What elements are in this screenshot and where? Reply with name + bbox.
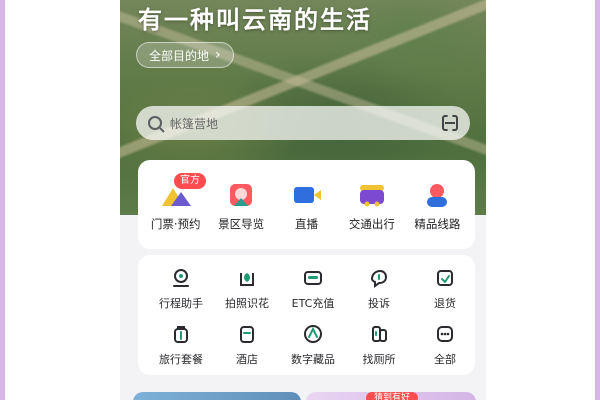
live-camera-icon xyxy=(293,187,321,203)
scan-icon[interactable] xyxy=(442,115,458,131)
service-travel-package[interactable]: 旅行套餐 xyxy=(148,323,214,375)
luggage-icon xyxy=(174,326,188,343)
etc-card-icon xyxy=(304,271,322,285)
feature-transport[interactable]: 交通出行 xyxy=(339,160,404,249)
service-label: ETC充值 xyxy=(291,297,335,310)
itinerary-icon xyxy=(173,269,189,287)
service-hotel[interactable]: 酒店 xyxy=(214,323,280,375)
service-itinerary[interactable]: 行程助手 xyxy=(148,267,214,319)
service-all[interactable]: 全部 xyxy=(412,323,478,375)
all-destinations-button[interactable]: 全部目的地 › xyxy=(136,42,234,68)
service-label: 全部 xyxy=(434,353,456,366)
service-complaint[interactable]: 投诉 xyxy=(346,267,412,319)
more-icon xyxy=(437,326,453,342)
feature-scenic-guide[interactable]: 景区导览 xyxy=(208,160,273,249)
transport-icon xyxy=(359,185,384,207)
feature-label: 直播 xyxy=(295,217,319,231)
route-person-icon xyxy=(427,184,448,207)
return-icon xyxy=(437,270,453,286)
page-frame: 有一种叫云南的生活 全部目的地 › 帐篷营地 门票·预约 官方 景区导览 直播 … xyxy=(0,0,600,400)
feature-premium-routes[interactable]: 精品线路 xyxy=(405,160,470,249)
promo-card-left[interactable] xyxy=(133,392,301,400)
service-digital-collection[interactable]: 数字藏品 xyxy=(280,323,346,375)
hotel-icon xyxy=(240,326,254,343)
service-label: 拍照识花 xyxy=(225,297,269,310)
feature-label: 门票·预约 xyxy=(150,217,201,231)
service-label: 行程助手 xyxy=(159,297,203,310)
feature-label: 景区导览 xyxy=(218,217,265,231)
service-label: 投诉 xyxy=(368,297,390,310)
service-label: 找厕所 xyxy=(362,353,396,366)
chevron-right-icon: › xyxy=(215,47,221,63)
search-icon xyxy=(148,116,162,130)
right-border xyxy=(595,0,600,400)
official-badge: 官方 xyxy=(174,173,206,189)
service-label: 数字藏品 xyxy=(291,353,335,366)
search-placeholder: 帐篷营地 xyxy=(170,116,219,131)
map-guide-icon xyxy=(230,184,253,206)
feature-ticket-reservation[interactable]: 门票·预约 官方 xyxy=(143,160,208,249)
feature-card: 门票·预约 官方 景区导览 直播 交通出行 精品线路 xyxy=(138,160,475,249)
app-screen: 有一种叫云南的生活 全部目的地 › 帐篷营地 门票·预约 官方 景区导览 直播 … xyxy=(120,0,486,400)
service-label: 旅行套餐 xyxy=(159,353,203,366)
left-border xyxy=(0,0,5,400)
flower-scan-icon xyxy=(240,273,254,286)
search-bar[interactable]: 帐篷营地 xyxy=(136,106,470,140)
service-return[interactable]: 退货 xyxy=(412,267,478,319)
promo-card-right[interactable]: 猜到有好 xyxy=(306,392,476,400)
service-label: 退货 xyxy=(434,297,456,310)
feature-label: 交通出行 xyxy=(348,217,395,231)
all-destinations-label: 全部目的地 xyxy=(149,48,210,63)
hero-title: 有一种叫云南的生活 xyxy=(138,6,372,34)
service-find-restroom[interactable]: 找厕所 xyxy=(346,323,412,375)
restroom-icon xyxy=(372,326,387,342)
feature-label: 精品线路 xyxy=(414,217,461,231)
digital-collection-icon xyxy=(304,325,322,343)
service-label: 酒店 xyxy=(236,353,258,366)
services-card: 行程助手 拍照识花 ETC充值 投诉 退货 旅行套餐 酒店 数字藏品 找厕所 全… xyxy=(138,255,475,375)
promo-badge: 猜到有好 xyxy=(366,392,419,400)
complaint-icon xyxy=(370,269,388,288)
service-photo-flower[interactable]: 拍照识花 xyxy=(214,267,280,319)
feature-live[interactable]: 直播 xyxy=(274,160,339,249)
service-etc-topup[interactable]: ETC充值 xyxy=(280,267,346,319)
